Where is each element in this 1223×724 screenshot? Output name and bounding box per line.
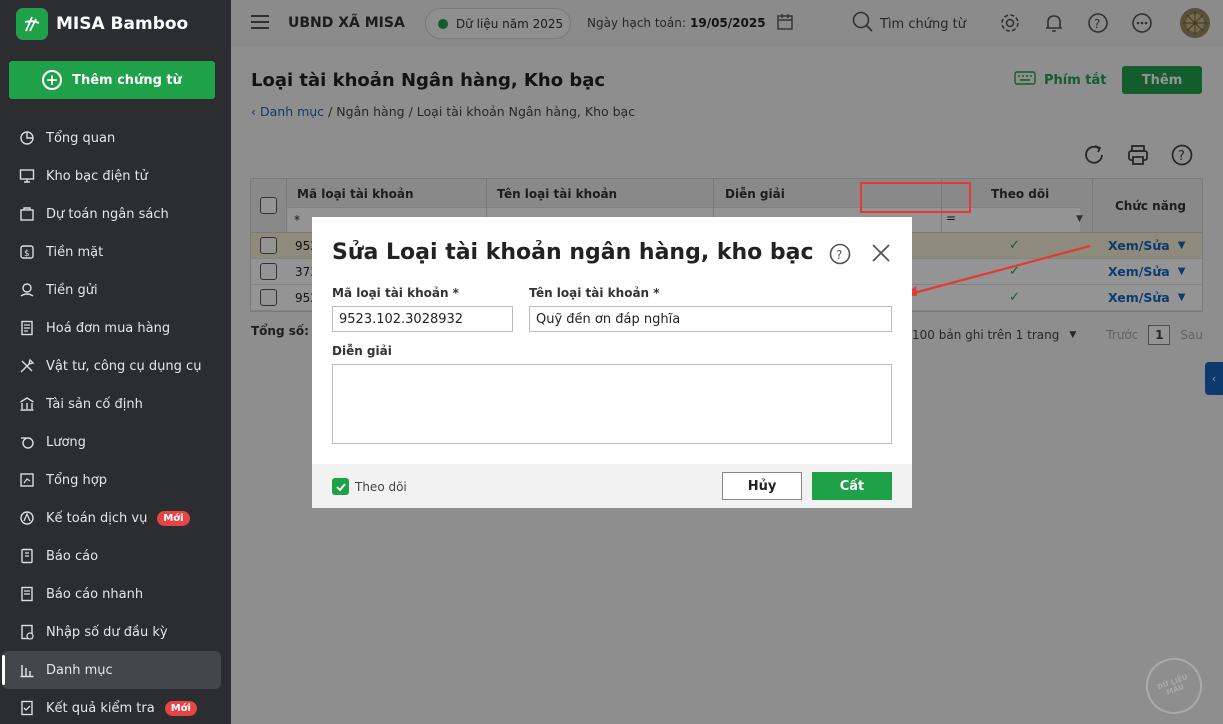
opening-balance-icon — [18, 623, 36, 641]
sidebar-item-ket-qua[interactable]: Kết quả kiểm tra Mới — [2, 689, 221, 724]
sidebar-item-tien-gui[interactable]: Tiền gửi — [2, 271, 221, 309]
sidebar-item-label: Kết quả kiểm tra — [46, 700, 155, 716]
svg-text:?: ? — [836, 248, 842, 262]
sidebar-item-kho-bac[interactable]: Kho bạc điện tử — [2, 157, 221, 195]
sidebar-item-nhap-so-du[interactable]: Nhập số dư đầu kỳ — [2, 613, 221, 651]
sidebar-item-label: Danh mục — [46, 662, 113, 678]
sidebar-item-bao-cao-nhanh[interactable]: Báo cáo nhanh — [2, 575, 221, 613]
new-badge: Mới — [157, 510, 190, 526]
brand-name: MISA Bamboo — [56, 14, 189, 34]
sidebar-item-label: Hoá đơn mua hàng — [46, 320, 171, 336]
sidebar-item-label: Nhập số dư đầu kỳ — [46, 624, 168, 640]
code-label: Mã loại tài khoản * — [332, 286, 459, 300]
sidebar-item-danh-muc[interactable]: Danh mục — [2, 651, 221, 689]
edit-account-type-dialog: Sửa Loại tài khoản ngân hàng, kho bạc ? … — [312, 217, 912, 508]
close-icon[interactable] — [871, 243, 891, 267]
add-voucher-button[interactable]: + Thêm chứng từ — [9, 61, 215, 99]
sidebar-item-label: Tổng hợp — [46, 472, 107, 488]
report-icon — [18, 547, 36, 565]
stamp-text: DỮ LIỆU MẪU — [1156, 673, 1189, 697]
annotation-arrow-icon — [904, 244, 1091, 296]
svg-text:$: $ — [24, 249, 30, 259]
sidebar-item-tong-quan[interactable]: Tổng quan — [2, 119, 221, 157]
sidebar-item-label: Lương — [46, 434, 86, 450]
checkbox-checked-icon — [332, 478, 349, 495]
sidebar-item-label: Dự toán ngân sách — [46, 206, 169, 222]
name-label: Tên loại tài khoản * — [529, 286, 660, 300]
tools-icon — [18, 357, 36, 375]
sidebar-item-label: Tiền gửi — [46, 282, 98, 298]
sidebar-item-vat-tu[interactable]: Vật tư, công cụ dụng cụ — [2, 347, 221, 385]
cash-icon: $ — [18, 243, 36, 261]
pie-chart-icon — [18, 129, 36, 147]
sidebar-item-ke-toan-dich-vu[interactable]: Kế toán dịch vụ Mới — [2, 499, 221, 537]
salary-icon — [18, 433, 36, 451]
description-label: Diễn giải — [332, 344, 392, 358]
name-input[interactable] — [529, 306, 892, 332]
follow-label: Theo dõi — [355, 479, 407, 494]
sidebar-item-tong-hop[interactable]: Tổng hợp — [2, 461, 221, 499]
save-button[interactable]: Cất — [812, 472, 892, 500]
sidebar-item-label: Báo cáo — [46, 548, 99, 564]
invoice-icon — [18, 319, 36, 337]
dialog-title: Sửa Loại tài khoản ngân hàng, kho bạc — [332, 240, 814, 265]
sidebar-nav: Tổng quan Kho bạc điện tử Dự toán ngân s… — [0, 119, 231, 724]
bamboo-logo-icon — [16, 8, 48, 40]
add-voucher-label: Thêm chứng từ — [72, 72, 182, 88]
cancel-button[interactable]: Hủy — [722, 472, 802, 500]
follow-checkbox[interactable]: Theo dõi — [332, 478, 407, 495]
help-icon[interactable]: ? — [829, 243, 851, 269]
sidebar-item-du-toan[interactable]: Dự toán ngân sách — [2, 195, 221, 233]
catalog-icon — [18, 661, 36, 679]
sidebar-item-label: Tiền mặt — [46, 244, 104, 260]
sidebar-item-label: Kho bạc điện tử — [46, 168, 148, 184]
code-input[interactable] — [332, 306, 513, 332]
deposit-icon — [18, 281, 36, 299]
summary-icon — [18, 471, 36, 489]
sidebar-item-label: Kế toán dịch vụ — [46, 510, 148, 526]
check-result-icon — [18, 699, 36, 717]
sidebar-item-label: Tài sản cố định — [46, 396, 143, 412]
sidebar-item-label: Tổng quan — [46, 130, 116, 146]
service-icon — [18, 509, 36, 527]
description-textarea[interactable] — [332, 364, 892, 444]
new-badge: Mới — [164, 700, 197, 716]
sidebar: MISA Bamboo + Thêm chứng từ Tổng quan Kh… — [0, 0, 231, 724]
sidebar-item-hoa-don[interactable]: Hoá đơn mua hàng — [2, 309, 221, 347]
sidebar-item-label: Vật tư, công cụ dụng cụ — [46, 358, 202, 374]
sidebar-item-bao-cao[interactable]: Báo cáo — [2, 537, 221, 575]
plus-icon: + — [42, 70, 63, 90]
sidebar-item-tai-san[interactable]: Tài sản cố định — [2, 385, 221, 423]
sidebar-item-tien-mat[interactable]: $ Tiền mặt — [2, 233, 221, 271]
monitor-icon — [18, 167, 36, 185]
building-icon — [18, 395, 36, 413]
budget-icon — [18, 205, 36, 223]
quick-report-icon — [18, 585, 36, 603]
highlight-box — [860, 182, 971, 213]
sidebar-item-luong[interactable]: Lương — [2, 423, 221, 461]
dialog-footer: Theo dõi Hủy Cất — [312, 464, 912, 508]
brand[interactable]: MISA Bamboo — [0, 0, 231, 48]
sidebar-item-label: Báo cáo nhanh — [46, 586, 144, 602]
